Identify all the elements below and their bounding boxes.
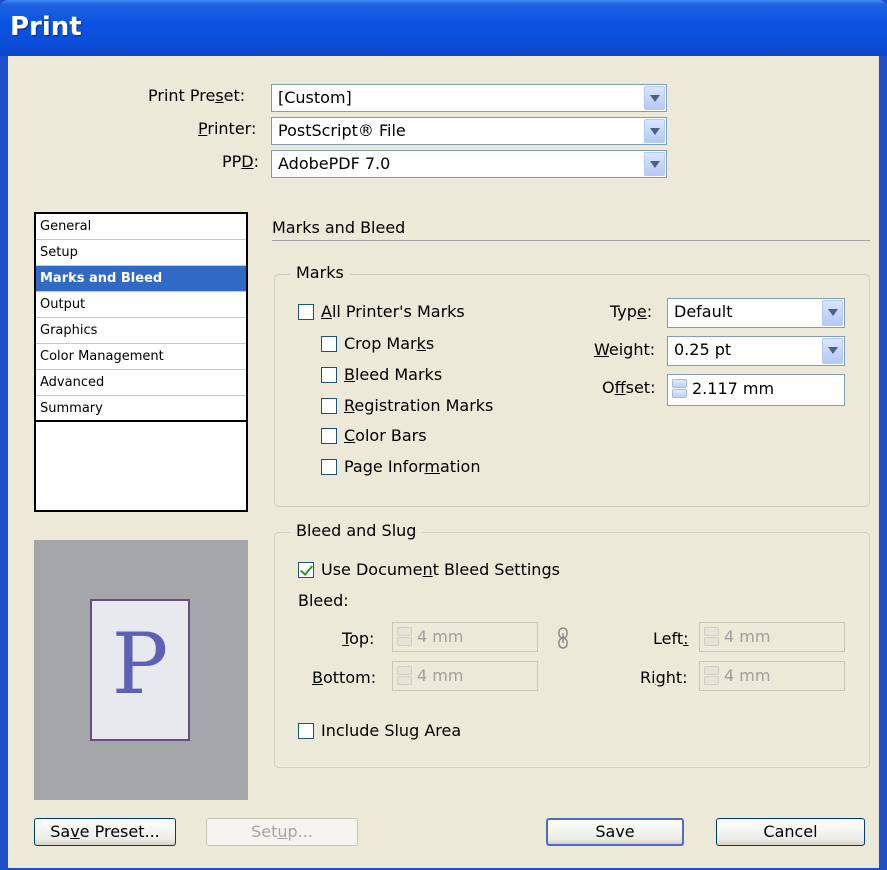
dialog-body: Print Preset: [Custom] Printer: PostScri… xyxy=(8,56,879,868)
save-preset-button[interactable]: Save Preset... xyxy=(34,818,176,846)
bleed-and-slug-group-label: Bleed and Slug xyxy=(290,521,423,540)
include-slug-area-checkbox[interactable] xyxy=(298,723,314,739)
weight-value: 0.25 pt xyxy=(674,340,732,359)
bleed-right-stepper[interactable]: 4 mm xyxy=(699,661,845,691)
save-button[interactable]: Save xyxy=(546,818,684,846)
category-item-output[interactable]: Output xyxy=(36,292,246,318)
cancel-button[interactable]: Cancel xyxy=(716,818,865,846)
offset-label: Offset: xyxy=(602,378,656,397)
all-printers-marks-checkbox[interactable] xyxy=(298,304,314,320)
window-title: Print xyxy=(10,12,82,42)
category-item-setup[interactable]: Setup xyxy=(36,240,246,266)
type-label: Type: xyxy=(610,302,653,321)
type-value: Default xyxy=(674,302,733,321)
category-item-summary[interactable]: Summary xyxy=(36,396,246,422)
crop-marks-checkbox[interactable] xyxy=(321,336,337,352)
page-preview: P xyxy=(34,540,248,800)
print-preset-label: Print Preset: xyxy=(148,86,246,105)
print-preset-value: [Custom] xyxy=(278,88,352,107)
bleed-right-value: 4 mm xyxy=(724,666,771,685)
setup-button[interactable]: Setup... xyxy=(206,818,358,846)
title-bar[interactable]: Print xyxy=(0,0,887,56)
print-preset-dropdown[interactable]: [Custom] xyxy=(271,84,667,112)
preview-page: P xyxy=(90,599,190,741)
include-slug-area-label[interactable]: Include Slug Area xyxy=(321,721,461,740)
printer-label: Printer: xyxy=(198,119,257,138)
spinner-arrows-icon[interactable] xyxy=(704,666,719,686)
printer-dropdown[interactable]: PostScript® File xyxy=(271,117,667,145)
category-item-marks-and-bleed[interactable]: Marks and Bleed xyxy=(36,266,246,292)
printer-value: PostScript® File xyxy=(278,121,406,140)
bleed-label: Bleed: xyxy=(298,591,349,610)
bleed-marks-checkbox[interactable] xyxy=(321,367,337,383)
spinner-arrows-icon[interactable] xyxy=(397,666,412,686)
page-information-label[interactable]: Page Information xyxy=(344,457,480,476)
category-list[interactable]: General Setup Marks and Bleed Output Gra… xyxy=(34,212,248,512)
ppd-label: PPD: xyxy=(222,152,260,171)
chevron-down-icon[interactable] xyxy=(644,86,665,110)
use-document-bleed-checkbox[interactable] xyxy=(298,562,314,578)
bleed-top-stepper[interactable]: 4 mm xyxy=(392,622,538,652)
bleed-marks-label[interactable]: Bleed Marks xyxy=(344,365,442,384)
chevron-down-icon[interactable] xyxy=(822,300,843,326)
bleed-bottom-label: Bottom: xyxy=(312,668,377,687)
section-divider xyxy=(272,240,870,241)
registration-marks-checkbox[interactable] xyxy=(321,398,337,414)
use-document-bleed-label[interactable]: Use Document Bleed Settings xyxy=(321,560,560,579)
bleed-left-stepper[interactable]: 4 mm xyxy=(699,622,845,652)
category-item-color-management[interactable]: Color Management xyxy=(36,344,246,370)
chain-link-icon[interactable] xyxy=(556,627,570,649)
print-dialog: Print Print Preset: [Custom] Printer: Po… xyxy=(0,0,887,870)
crop-marks-label[interactable]: Crop Marks xyxy=(344,334,434,353)
bleed-bottom-value: 4 mm xyxy=(417,666,464,685)
spinner-arrows-icon[interactable] xyxy=(397,627,412,647)
offset-value: 2.117 mm xyxy=(692,379,775,398)
marks-group-label: Marks xyxy=(290,263,350,282)
section-title: Marks and Bleed xyxy=(272,218,406,237)
chevron-down-icon[interactable] xyxy=(822,338,843,364)
spinner-arrows-icon[interactable] xyxy=(704,627,719,647)
registration-marks-label[interactable]: Registration Marks xyxy=(344,396,493,415)
category-item-general[interactable]: General xyxy=(36,214,246,240)
ppd-value: AdobePDF 7.0 xyxy=(278,154,391,173)
preview-letter: P xyxy=(111,615,169,713)
bleed-top-label: Top: xyxy=(342,629,375,648)
bleed-bottom-stepper[interactable]: 4 mm xyxy=(392,661,538,691)
ppd-dropdown[interactable]: AdobePDF 7.0 xyxy=(271,150,667,178)
bleed-top-value: 4 mm xyxy=(417,627,464,646)
bleed-left-label: Left: xyxy=(653,629,689,648)
weight-dropdown[interactable]: 0.25 pt xyxy=(667,336,845,366)
chevron-down-icon[interactable] xyxy=(644,152,665,176)
offset-stepper[interactable]: 2.117 mm xyxy=(667,374,845,406)
color-bars-checkbox[interactable] xyxy=(321,428,337,444)
bleed-left-value: 4 mm xyxy=(724,627,771,646)
bleed-right-label: Right: xyxy=(640,668,688,687)
color-bars-label[interactable]: Color Bars xyxy=(344,426,427,445)
category-item-advanced[interactable]: Advanced xyxy=(36,370,246,396)
chevron-down-icon[interactable] xyxy=(644,119,665,143)
page-information-checkbox[interactable] xyxy=(321,459,337,475)
type-dropdown[interactable]: Default xyxy=(667,298,845,328)
spinner-arrows-icon[interactable] xyxy=(672,379,687,399)
weight-label: Weight: xyxy=(594,340,656,359)
category-item-graphics[interactable]: Graphics xyxy=(36,318,246,344)
all-printers-marks-label[interactable]: All Printer's Marks xyxy=(321,302,465,321)
